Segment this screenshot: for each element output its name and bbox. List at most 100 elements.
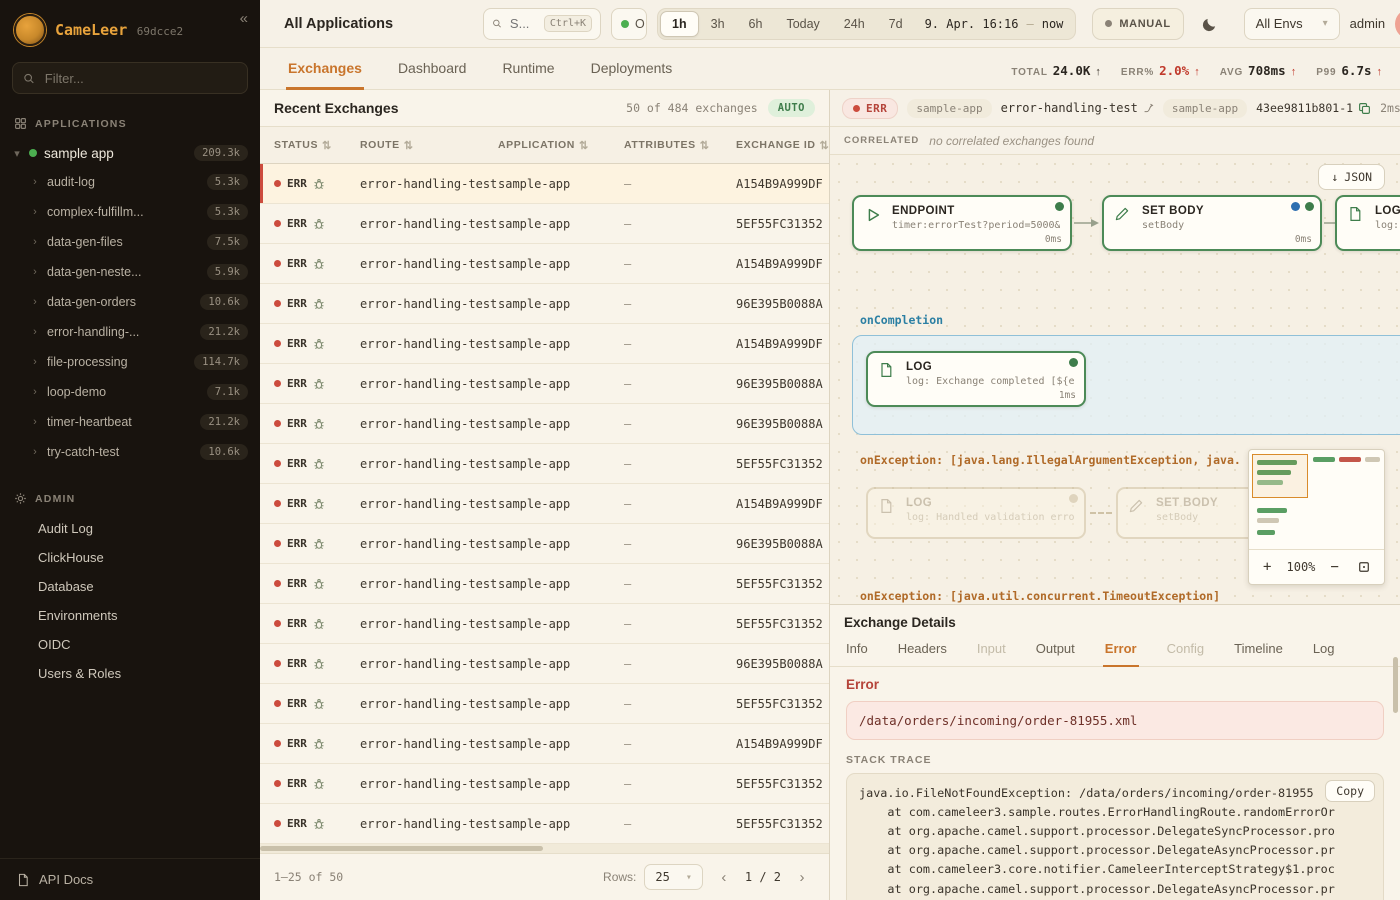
fit-view-button[interactable] bbox=[1354, 559, 1374, 575]
api-docs-link[interactable]: API Docs bbox=[0, 858, 260, 900]
column-header[interactable]: ROUTE ⇅ bbox=[360, 139, 498, 152]
sidebar-admin-item[interactable]: Users & Roles bbox=[0, 659, 260, 688]
table-row[interactable]: ERR error-handling-test sample-app — 5EF… bbox=[260, 764, 829, 804]
table-row[interactable]: ERR error-handling-test sample-app — 5EF… bbox=[260, 684, 829, 724]
table-row[interactable]: ERR error-handling-test sample-app — 96E… bbox=[260, 284, 829, 324]
table-row[interactable]: ERR error-handling-test sample-app — 5EF… bbox=[260, 804, 829, 844]
sidebar-route-item[interactable]: › complex-fulfillm... 5.3k bbox=[0, 197, 260, 227]
column-header[interactable]: ATTRIBUTES ⇅ bbox=[624, 139, 736, 152]
sidebar-route-item[interactable]: › timer-heartbeat 21.2k bbox=[0, 407, 260, 437]
table-row[interactable]: ERR error-handling-test sample-app — 5EF… bbox=[260, 604, 829, 644]
table-row[interactable]: ERR error-handling-test sample-app — A15… bbox=[260, 484, 829, 524]
time-range-display[interactable]: 9. Apr. 16:16 — now bbox=[915, 17, 1074, 31]
details-tab[interactable]: Headers bbox=[896, 635, 949, 667]
nav-tab[interactable]: Deployments bbox=[589, 50, 675, 90]
table-row[interactable]: ERR error-handling-test sample-app — A15… bbox=[260, 164, 829, 204]
sidebar-admin-item[interactable]: ClickHouse bbox=[0, 543, 260, 572]
details-scrollbar[interactable] bbox=[1393, 657, 1398, 713]
time-range-button[interactable]: Today bbox=[774, 11, 831, 37]
next-page-button[interactable]: › bbox=[789, 864, 815, 890]
details-tab[interactable]: Output bbox=[1034, 635, 1077, 667]
errors-only-toggle[interactable]: O bbox=[611, 8, 647, 40]
scrollbar-thumb[interactable] bbox=[260, 846, 543, 851]
download-json-button[interactable]: ↓ JSON bbox=[1318, 164, 1385, 190]
avatar[interactable]: AD bbox=[1395, 9, 1400, 39]
arrow-icon bbox=[1074, 215, 1100, 231]
dark-mode-toggle[interactable] bbox=[1194, 8, 1226, 40]
sidebar-app-sample-app[interactable]: ▾ sample app 209.3k bbox=[0, 139, 260, 167]
details-tab[interactable]: Input bbox=[975, 635, 1008, 667]
sidebar-route-item[interactable]: › data-gen-neste... 5.9k bbox=[0, 257, 260, 287]
nav-tab[interactable]: Exchanges bbox=[286, 50, 364, 90]
horizontal-scrollbar[interactable] bbox=[260, 844, 829, 853]
sidebar-route-item[interactable]: › data-gen-orders 10.6k bbox=[0, 287, 260, 317]
column-header[interactable]: EXCHANGE ID ⇅ bbox=[736, 139, 829, 152]
table-row[interactable]: ERR error-handling-test sample-app — 5EF… bbox=[260, 204, 829, 244]
table-row[interactable]: ERR error-handling-test sample-app — A15… bbox=[260, 324, 829, 364]
time-range-button[interactable]: 1h bbox=[660, 11, 699, 37]
sidebar-route-item[interactable]: › try-catch-test 10.6k bbox=[0, 437, 260, 467]
environment-select[interactable]: All Envs ▾ bbox=[1244, 8, 1340, 40]
table-row[interactable]: ERR error-handling-test sample-app — 96E… bbox=[260, 644, 829, 684]
table-row[interactable]: ERR error-handling-test sample-app — 5EF… bbox=[260, 444, 829, 484]
status-cell: ERR bbox=[274, 257, 360, 270]
column-header[interactable]: STATUS ⇅ bbox=[274, 139, 360, 152]
flow-node-setbody[interactable]: SET BODY setBody 0ms bbox=[1102, 195, 1322, 251]
status-cell: ERR bbox=[274, 577, 360, 590]
exchange-id-text: 43ee9811b801-1 bbox=[1256, 101, 1353, 115]
filter-input[interactable] bbox=[43, 70, 237, 87]
copy-button[interactable]: Copy bbox=[1325, 780, 1375, 802]
table-row[interactable]: ERR error-handling-test sample-app — A15… bbox=[260, 724, 829, 764]
sidebar-admin-item[interactable]: Environments bbox=[0, 601, 260, 630]
sidebar-filter[interactable] bbox=[12, 62, 248, 94]
refresh-mode-button[interactable]: MANUAL bbox=[1092, 8, 1183, 40]
sidebar-route-item[interactable]: › file-processing 114.7k bbox=[0, 347, 260, 377]
sidebar-route-item[interactable]: › audit-log 5.3k bbox=[0, 167, 260, 197]
search-input[interactable] bbox=[508, 15, 538, 32]
flow-node-oncompletion-log[interactable]: LOG log: Exchange completed [${exchan 1m… bbox=[866, 351, 1086, 407]
prev-page-button[interactable]: ‹ bbox=[711, 864, 737, 890]
minimap-viewport[interactable] bbox=[1252, 454, 1308, 498]
flow-minimap[interactable]: + 100% − bbox=[1248, 449, 1385, 585]
zoom-out-button[interactable]: − bbox=[1326, 557, 1342, 577]
bug-icon bbox=[313, 218, 325, 230]
auto-refresh-badge[interactable]: AUTO bbox=[768, 99, 815, 117]
time-range-button[interactable]: 24h bbox=[832, 11, 877, 37]
sidebar-admin-item[interactable]: Audit Log bbox=[0, 514, 260, 543]
table-row[interactable]: ERR error-handling-test sample-app — 96E… bbox=[260, 364, 829, 404]
details-tab[interactable]: Timeline bbox=[1232, 635, 1285, 667]
route-name[interactable]: error-handling-test bbox=[1001, 101, 1154, 115]
applications-icon bbox=[14, 117, 27, 130]
zoom-in-button[interactable]: + bbox=[1259, 557, 1275, 577]
sidebar-admin-item[interactable]: Database bbox=[0, 572, 260, 601]
table-row[interactable]: ERR error-handling-test sample-app — 96E… bbox=[260, 524, 829, 564]
table-row[interactable]: ERR error-handling-test sample-app — A15… bbox=[260, 244, 829, 284]
bug-icon bbox=[313, 178, 325, 190]
details-tab[interactable]: Error bbox=[1103, 635, 1139, 667]
details-tab[interactable]: Config bbox=[1165, 635, 1207, 667]
sidebar-route-item[interactable]: › error-handling-... 21.2k bbox=[0, 317, 260, 347]
rows-per-page-select[interactable]: 25 ▾ bbox=[644, 864, 702, 890]
copy-icon[interactable] bbox=[1358, 102, 1371, 115]
time-range-button[interactable]: 7d bbox=[877, 11, 915, 37]
flow-canvas[interactable]: ↓ JSON ENDPOINT timer:errorTest?period=5… bbox=[830, 155, 1400, 604]
sidebar-route-item[interactable]: › loop-demo 7.1k bbox=[0, 377, 260, 407]
column-header[interactable]: APPLICATION ⇅ bbox=[498, 139, 624, 152]
table-row[interactable]: ERR error-handling-test sample-app — 96E… bbox=[260, 404, 829, 444]
global-search[interactable]: Ctrl+K bbox=[483, 8, 601, 40]
flow-node-log[interactable]: LOG log: Sta bbox=[1335, 195, 1400, 251]
time-range-button[interactable]: 3h bbox=[699, 11, 737, 37]
table-row[interactable]: ERR error-handling-test sample-app — 5EF… bbox=[260, 564, 829, 604]
time-range-button[interactable]: 6h bbox=[737, 11, 775, 37]
admin-header: ADMIN bbox=[0, 483, 260, 514]
stat-value: 6.7s bbox=[1341, 63, 1371, 78]
flow-node-endpoint[interactable]: ENDPOINT timer:errorTest?period=5000&del… bbox=[852, 195, 1072, 251]
details-tab[interactable]: Info bbox=[844, 635, 870, 667]
sidebar-collapse-button[interactable]: « bbox=[240, 10, 248, 27]
nav-tab[interactable]: Dashboard bbox=[396, 50, 469, 90]
sidebar-admin-item[interactable]: OIDC bbox=[0, 630, 260, 659]
nav-tab[interactable]: Runtime bbox=[500, 50, 556, 90]
sidebar-route-item[interactable]: › data-gen-files 7.5k bbox=[0, 227, 260, 257]
details-tab[interactable]: Log bbox=[1311, 635, 1337, 667]
flow-node-exception-log[interactable]: LOG log: Handled validation error: ${exc… bbox=[866, 487, 1086, 539]
